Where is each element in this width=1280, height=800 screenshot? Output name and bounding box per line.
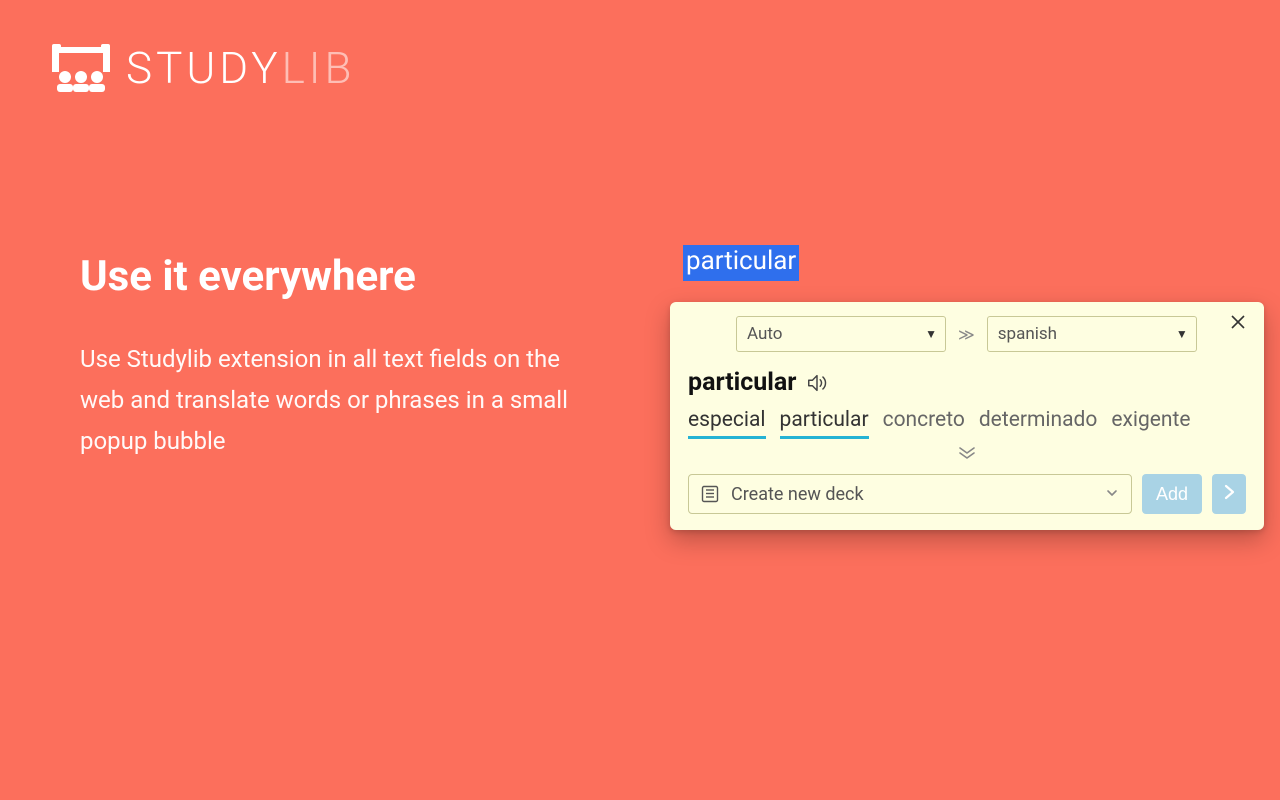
- deck-row: Create new deck Add: [688, 474, 1246, 514]
- hero-body: Use Studylib extension in all text field…: [80, 339, 600, 461]
- chevron-down-icon: [1105, 484, 1119, 505]
- headword: particular: [688, 368, 796, 397]
- pronounce-button[interactable]: [806, 372, 828, 394]
- translation-option[interactable]: concreto: [883, 407, 965, 439]
- app-logo: STUDYLIB: [52, 42, 356, 94]
- translate-popup: Auto ▼ ≫ spanish ▼ particular especial p…: [670, 302, 1264, 530]
- logo-brand-b: LIB: [282, 42, 356, 94]
- expand-translations[interactable]: [688, 445, 1246, 464]
- chevron-right-icon: [1224, 484, 1235, 504]
- chevron-double-down-icon: [957, 445, 977, 464]
- source-language-value: Auto: [747, 324, 782, 344]
- translation-option[interactable]: determinado: [979, 407, 1097, 439]
- language-row: Auto ▼ ≫ spanish ▼: [736, 316, 1246, 352]
- lang-direction-icon: ≫: [956, 325, 977, 344]
- deck-select-label: Create new deck: [731, 484, 864, 505]
- logo-text: STUDYLIB: [126, 42, 356, 94]
- target-language-select[interactable]: spanish ▼: [987, 316, 1197, 352]
- target-language-value: spanish: [998, 324, 1057, 344]
- translation-option[interactable]: exigente: [1111, 407, 1190, 439]
- logo-brand-a: STUDY: [126, 42, 282, 94]
- speaker-icon: [806, 372, 828, 394]
- selected-text[interactable]: particular: [683, 245, 799, 281]
- hero-heading: Use it everywhere: [80, 252, 600, 301]
- source-language-select[interactable]: Auto ▼: [736, 316, 946, 352]
- close-button[interactable]: [1230, 314, 1250, 334]
- add-button[interactable]: Add: [1142, 474, 1202, 514]
- caret-down-icon: ▼: [1176, 327, 1188, 341]
- hero-copy: Use it everywhere Use Studylib extension…: [80, 252, 600, 461]
- go-button[interactable]: [1212, 474, 1246, 514]
- translation-option[interactable]: especial: [688, 407, 766, 439]
- headword-row: particular: [688, 368, 1246, 397]
- translation-option[interactable]: particular: [780, 407, 869, 439]
- logo-mark-icon: [52, 44, 110, 92]
- translations-list: especial particular concreto determinado…: [688, 407, 1246, 439]
- caret-down-icon: ▼: [925, 327, 937, 341]
- deck-select[interactable]: Create new deck: [688, 474, 1132, 514]
- deck-icon: [701, 485, 719, 503]
- close-icon: [1230, 315, 1246, 334]
